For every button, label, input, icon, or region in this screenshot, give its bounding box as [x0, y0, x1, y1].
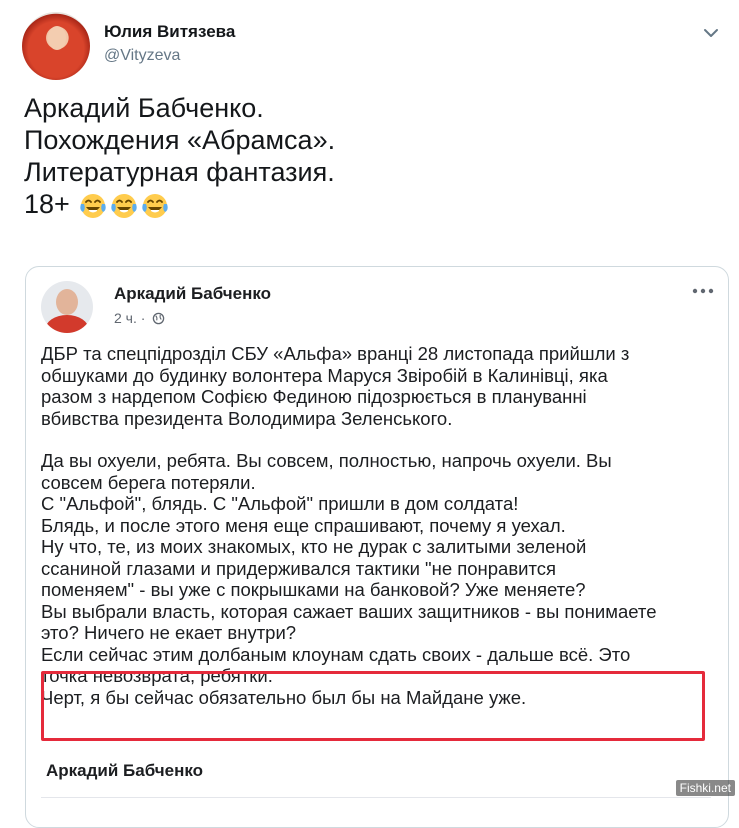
post-line: разом з нардепом Софією Фединою підозрює…	[41, 386, 587, 407]
watermark: Fishki.net	[675, 780, 735, 796]
post-time[interactable]: 2 ч. ·	[114, 310, 145, 326]
post-footer-author[interactable]: Аркадий Бабченко	[46, 761, 203, 781]
post-meta: 2 ч. ·	[114, 310, 165, 326]
post-line: Да вы охуели, ребята. Вы совсем, полност…	[41, 450, 612, 471]
post-line: вбивства президента Володимира Зеленсько…	[41, 407, 453, 429]
author-avatar[interactable]	[22, 12, 90, 80]
tweet-text: Аркадий Бабченко. Похождения «Абрамса». …	[24, 92, 704, 221]
more-options-icon[interactable]	[692, 287, 714, 295]
post-line: Вы выбрали власть, которая сажает ваших …	[41, 600, 657, 622]
emoji-row	[77, 189, 170, 219]
globe-icon	[153, 312, 165, 325]
tweet-line: Литературная фантазия.	[24, 157, 335, 187]
highlighted-line: точка невозврата, ребятки.	[41, 665, 273, 686]
post-line: ссаниной глазами и придерживался тактики…	[41, 557, 557, 579]
post-author-avatar[interactable]	[41, 281, 93, 333]
post-line: Блядь, и после этого меня еще спрашивают…	[41, 514, 566, 536]
highlighted-line: Если сейчас этим долбаным клоунам сдать …	[41, 643, 631, 665]
rating-label: 18+	[24, 189, 70, 219]
tweet-line: Похождения «Абрамса».	[24, 125, 336, 155]
post-line: Ну что, те, из моих знакомых, кто не дур…	[41, 536, 587, 557]
post-line: ДБР та спецпідрозділ СБУ «Альфа» вранці …	[41, 343, 630, 364]
post-line: поменяем" - вы уже с покрышками на банко…	[41, 579, 586, 600]
post-body: ДБР та спецпідрозділ СБУ «Альфа» вранці …	[41, 343, 721, 708]
chevron-down-icon[interactable]	[700, 22, 722, 44]
author-display-name[interactable]: Юлия Витязева	[104, 22, 235, 42]
post-line: совсем берега потеряли.	[41, 471, 256, 493]
author-handle[interactable]: @Vityzeva	[104, 47, 180, 65]
tweet-line-rating: 18+	[24, 188, 704, 221]
face-with-tears-of-joy-icon	[80, 193, 106, 218]
face-with-tears-of-joy-icon	[142, 193, 168, 218]
post-author-name[interactable]: Аркадий Бабченко	[114, 284, 271, 304]
face-with-tears-of-joy-icon	[111, 193, 137, 218]
post-line: С "Альфой", блядь. С "Альфой" пришли в д…	[41, 493, 519, 514]
post-line: обшуками до будинку волонтера Маруся Зві…	[41, 364, 608, 386]
card-divider	[41, 797, 711, 798]
post-line: это? Ничего не екает внутри?	[41, 622, 297, 643]
tweet-header: Юлия Витязева @Vityzeva	[22, 10, 722, 80]
tweet-line: Аркадий Бабченко.	[24, 93, 264, 123]
highlighted-line: Черт, я бы сейчас обязательно был бы на …	[41, 686, 527, 708]
embedded-post-card[interactable]: Аркадий Бабченко 2 ч. · ДБР та спецпідро…	[25, 266, 729, 828]
